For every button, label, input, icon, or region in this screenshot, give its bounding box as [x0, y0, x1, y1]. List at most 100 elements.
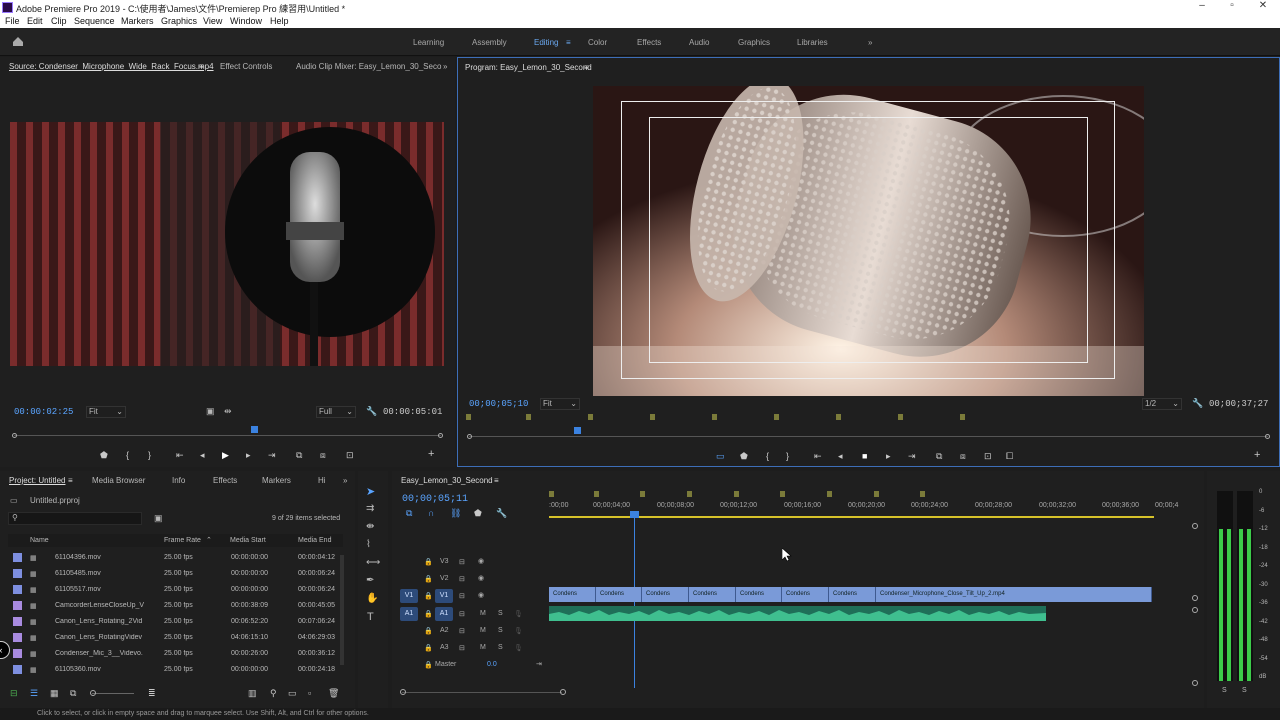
menu-sequence[interactable]: Sequence	[74, 16, 115, 26]
solo-right-button[interactable]: S	[1242, 687, 1247, 694]
hand-tool-icon[interactable]: ✋	[366, 593, 378, 604]
sync-lock-icon[interactable]: ⊟	[459, 592, 465, 600]
mark-in-icon[interactable]: {	[766, 451, 769, 461]
program-fit-select[interactable]: Fit ⌄	[540, 398, 580, 410]
go-to-in-icon[interactable]: ⇤	[814, 451, 822, 462]
mark-out-icon[interactable]: }	[148, 450, 151, 460]
lock-icon[interactable]: 🔒	[424, 575, 433, 583]
marker[interactable]	[712, 414, 717, 420]
list-item[interactable]: ▦ 61105485.mov 25.00 fps 00:00:00:00 00:00:0…	[8, 566, 343, 582]
zoom-end-handle[interactable]	[560, 689, 566, 695]
track-scroll-handle[interactable]	[1192, 607, 1198, 613]
ws-tab-graphics[interactable]: Graphics	[738, 38, 770, 47]
sort-icon[interactable]: ≣	[148, 688, 156, 699]
list-item[interactable]: ▦ Condenser_Mic_3__Videvo. 25.00 fps 00:00:…	[8, 646, 343, 662]
col-media-start[interactable]: Media Start	[230, 537, 266, 544]
track-select-tool-icon[interactable]: ⇉	[366, 503, 374, 514]
project-scrollbar[interactable]	[340, 555, 344, 665]
eye-icon[interactable]: ◉	[478, 574, 484, 582]
close-button[interactable]: ✕	[1248, 0, 1278, 15]
list-item[interactable]: ▦ CamcorderLenseCloseUp_V 25.00 fps 00:00:3…	[8, 598, 343, 614]
trash-icon[interactable]: 🗑	[328, 688, 339, 699]
marker[interactable]	[780, 491, 785, 497]
add-marker-icon[interactable]: ⬟	[474, 508, 482, 519]
sync-lock-icon[interactable]: ⊟	[459, 558, 465, 566]
video-clip[interactable]: Condens	[829, 587, 876, 602]
safe-margins-icon[interactable]: ▭	[716, 451, 725, 462]
menu-markers[interactable]: Markers	[121, 16, 154, 26]
marker[interactable]	[827, 491, 832, 497]
menu-view[interactable]: View	[203, 16, 222, 26]
mark-in-icon[interactable]: {	[126, 450, 129, 460]
timeline-timecode[interactable]: 00;00;05;11	[402, 494, 468, 505]
freeform-view-icon[interactable]: ⧉	[70, 688, 76, 699]
tab-history[interactable]: Hi	[318, 476, 326, 485]
source-scroll-end[interactable]	[438, 433, 443, 438]
automate-icon[interactable]: ▥	[248, 688, 257, 699]
video-clip[interactable]: Condens	[736, 587, 782, 602]
insert-icon[interactable]: ⧉	[296, 450, 302, 461]
ws-menu-icon[interactable]: ≡	[566, 38, 571, 47]
sequence-tab-close-icon[interactable]: ≡	[494, 476, 499, 485]
program-wrench-icon[interactable]: 🔧	[1192, 398, 1203, 409]
source-playhead[interactable]	[251, 426, 258, 433]
ws-tab-effects[interactable]: Effects	[637, 38, 661, 47]
lock-icon[interactable]: 🔒	[424, 661, 433, 669]
go-to-out-icon[interactable]: ⇥	[908, 451, 916, 462]
selection-tool-icon[interactable]: ➤	[366, 485, 375, 498]
list-item[interactable]: ▦ Canon_Lens_Rotating_2Vid 25.00 fps 00:06:…	[8, 614, 343, 630]
marker[interactable]	[920, 491, 925, 497]
zoom-slider-handle[interactable]	[90, 690, 96, 696]
find-icon[interactable]: ⚲	[270, 688, 277, 699]
add-marker-icon[interactable]: ⬟	[740, 451, 748, 462]
project-tab-menu-icon[interactable]: ≡	[68, 476, 73, 485]
video-clip[interactable]: Condens	[549, 587, 596, 602]
video-clip[interactable]: Condens	[596, 587, 642, 602]
step-forward-icon[interactable]: ▸	[886, 451, 891, 462]
export-frame-icon[interactable]: ⊡	[346, 450, 354, 461]
list-item[interactable]: ▦ Canon_Lens_RotatingVidev 25.00 fps 04:06:…	[8, 630, 343, 646]
marker[interactable]	[549, 491, 554, 497]
sync-lock-icon[interactable]: ⊟	[459, 644, 465, 652]
eye-icon[interactable]: ◉	[478, 591, 484, 599]
project-search-input[interactable]: ⚲	[8, 512, 142, 525]
source-quality-select[interactable]: Full ⌄	[316, 406, 356, 418]
play-icon[interactable]: ▶	[222, 450, 229, 461]
lock-icon[interactable]: 🔒	[424, 558, 433, 566]
lock-icon[interactable]: 🔒	[424, 610, 433, 618]
step-back-icon[interactable]: ◂	[200, 450, 205, 461]
export-frame-icon[interactable]: ⊡	[984, 451, 992, 462]
marker[interactable]	[594, 491, 599, 497]
source-fit-select[interactable]: Fit ⌄	[86, 406, 126, 418]
mute-button[interactable]: M	[480, 627, 486, 634]
list-item[interactable]: ▦ 61104396.mov 25.00 fps 00:00:00:00 00:00:0…	[8, 550, 343, 566]
track-scroll-handle[interactable]	[1192, 595, 1198, 601]
razor-tool-icon[interactable]: ⌇	[366, 539, 371, 550]
track-scroll-handle[interactable]	[1192, 523, 1198, 529]
marker[interactable]	[874, 491, 879, 497]
tab-info[interactable]: Info	[172, 476, 185, 485]
minimize-button[interactable]: –	[1187, 0, 1217, 15]
tab-program[interactable]: Program: Easy_Lemon_30_Second	[465, 63, 592, 72]
marker[interactable]	[650, 414, 655, 420]
project-more-icon[interactable]: »	[343, 476, 347, 485]
zoom-start-handle[interactable]	[400, 689, 406, 695]
marker[interactable]	[687, 491, 692, 497]
ripple-edit-tool-icon[interactable]: ⇼	[366, 521, 374, 532]
timeline-settings-icon[interactable]: 🔧	[496, 508, 507, 519]
sort-asc-icon[interactable]: ⌃	[206, 536, 212, 544]
work-area-bar[interactable]	[549, 516, 1154, 518]
ws-tab-libraries[interactable]: Libraries	[797, 38, 828, 47]
source-timecode[interactable]: 00:00:02:25	[14, 407, 73, 417]
menu-edit[interactable]: Edit	[27, 16, 43, 26]
marker[interactable]	[898, 414, 903, 420]
playhead-handle[interactable]	[630, 511, 639, 518]
col-media-end[interactable]: Media End	[298, 537, 331, 544]
marker[interactable]	[836, 414, 841, 420]
ws-tab-audio[interactable]: Audio	[689, 38, 709, 47]
ws-more-icon[interactable]: »	[868, 38, 872, 47]
source-scrub-bar[interactable]	[14, 435, 441, 436]
program-scroll-start[interactable]	[467, 434, 472, 439]
new-bin-icon[interactable]: ▣	[154, 513, 163, 524]
tab-effects[interactable]: Effects	[213, 476, 237, 485]
